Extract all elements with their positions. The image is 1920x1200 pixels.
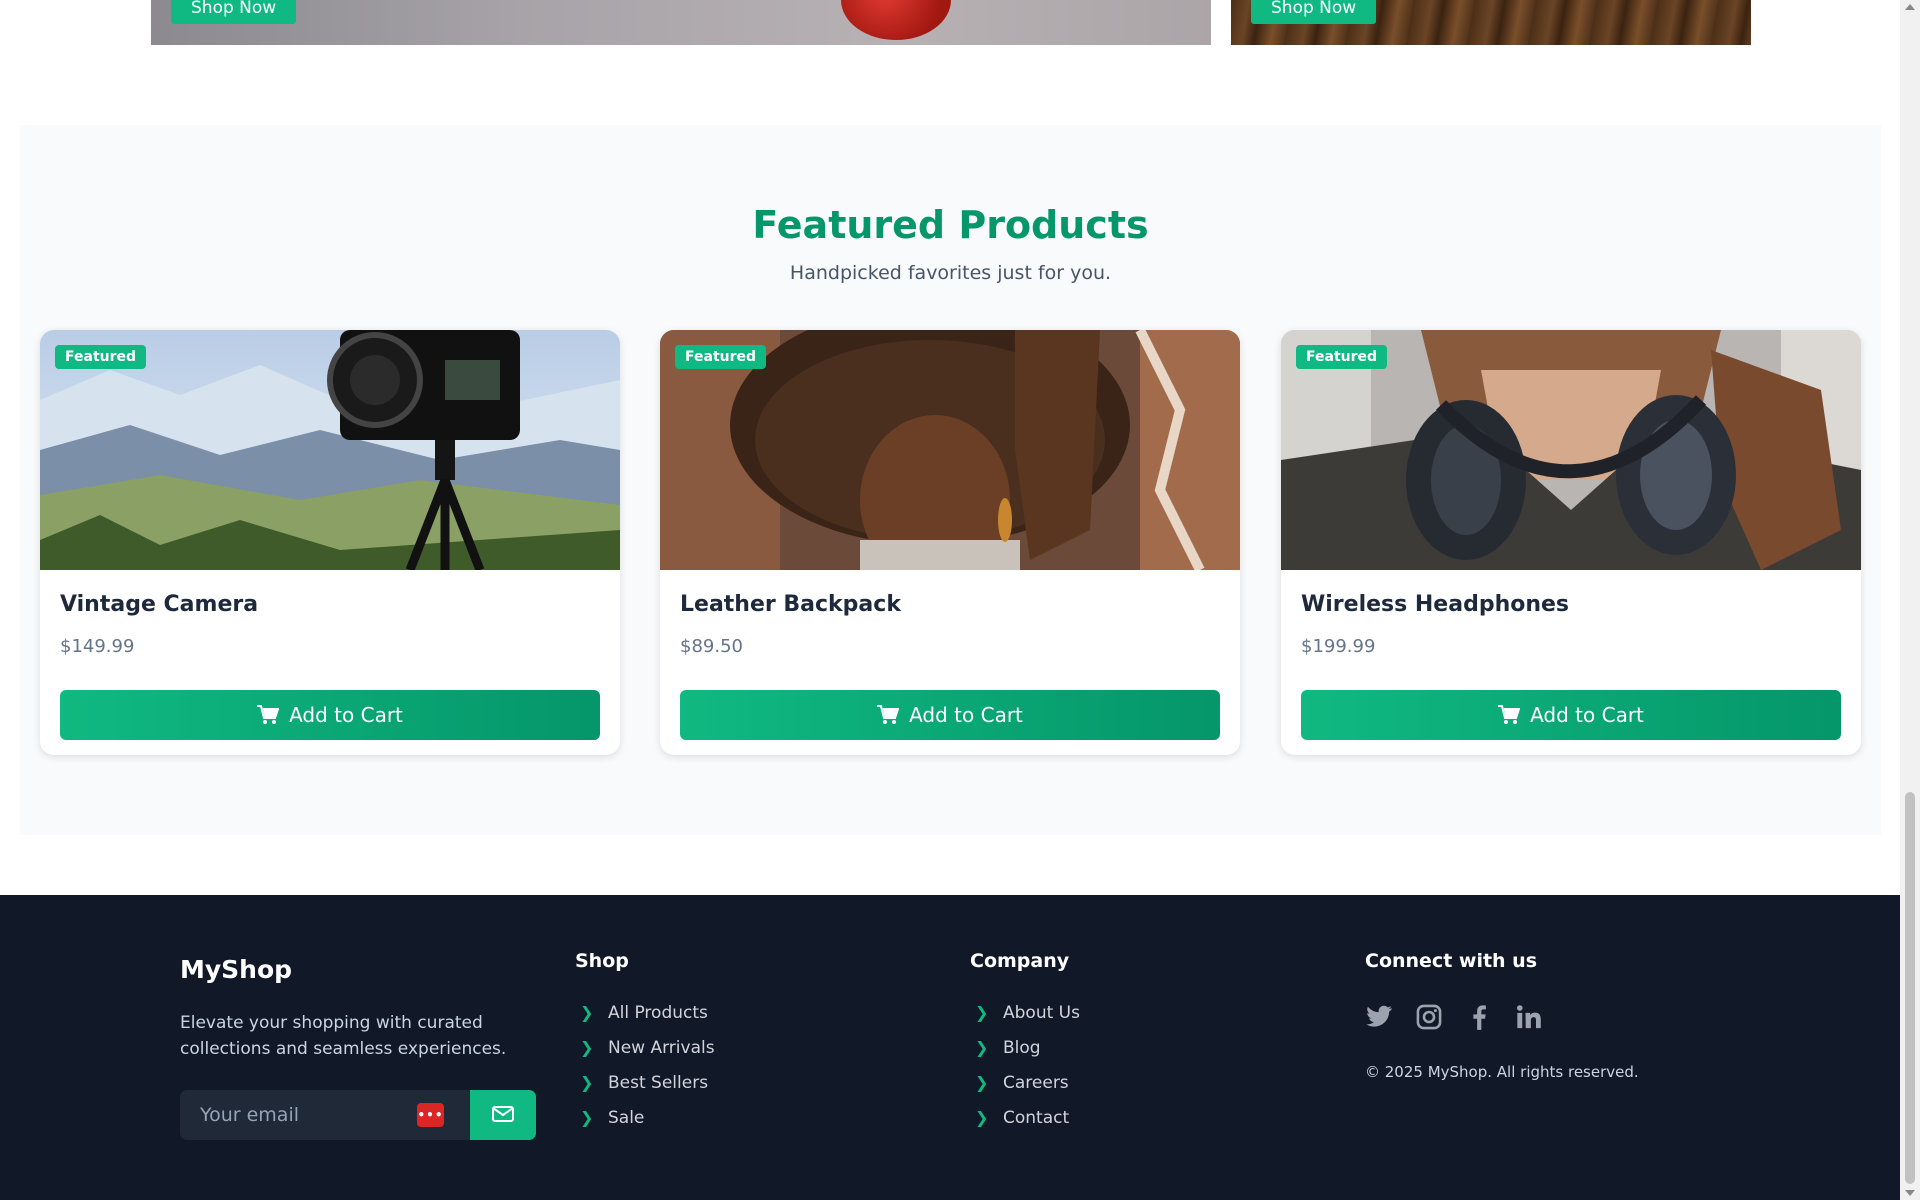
product-name[interactable]: Vintage Camera [60,592,258,617]
add-to-cart-label: Add to Cart [1530,703,1644,727]
newsletter-form: ••• [180,1090,536,1140]
footer-link-sale[interactable]: ❯ Sale [580,1100,715,1135]
subscribe-button[interactable] [470,1090,536,1140]
footer-link-label: All Products [608,1002,708,1023]
footer-link-label: Best Sellers [608,1072,709,1093]
scroll-up-icon[interactable] [1905,4,1915,10]
featured-badge: Featured [55,345,147,369]
product-image[interactable]: Featured [1281,330,1861,570]
product-card: Featured Vintage Camera $149.99 Add to C… [40,330,620,755]
footer-link-label: Sale [608,1107,645,1128]
linkedin-icon[interactable] [1515,1003,1543,1031]
add-to-cart-label: Add to Cart [909,703,1023,727]
add-to-cart-button[interactable]: Add to Cart [60,690,600,740]
footer-connect-title: Connect with us [1365,950,1538,972]
facebook-icon[interactable] [1465,1003,1493,1031]
footer-tagline: Elevate your shopping with curated colle… [180,1013,507,1059]
footer-shop-title: Shop [575,950,629,972]
chevron-right-icon: ❯ [580,1038,594,1057]
product-card: Featured Wireless Headphones $199.99 Add… [1281,330,1861,755]
featured-badge: Featured [675,345,767,369]
featured-badge: Featured [1296,345,1388,369]
product-name[interactable]: Wireless Headphones [1301,592,1569,617]
password-manager-icon[interactable]: ••• [417,1103,444,1127]
copyright-text: © 2025 MyShop. All rights reserved. [1365,1063,1639,1081]
product-price: $149.99 [60,636,135,657]
product-price: $199.99 [1301,636,1376,657]
footer-brand[interactable]: MyShop [180,955,292,984]
envelope-icon [492,1105,514,1125]
hero-banner-left: Shop Now [151,0,1211,45]
shop-now-button-left[interactable]: Shop Now [171,0,297,24]
add-to-cart-label: Add to Cart [289,703,403,727]
footer-link-label: Contact [1003,1107,1070,1128]
chevron-right-icon: ❯ [580,1073,594,1092]
chevron-right-icon: ❯ [580,1003,594,1022]
cart-icon [1498,705,1521,725]
hero-banner-right: Shop Now [1231,0,1751,45]
footer-link-contact[interactable]: ❯ Contact [975,1100,1080,1135]
scroll-down-icon[interactable] [1905,1190,1915,1196]
page-scrollbar[interactable] [1900,0,1920,1200]
footer-link-label: About Us [1003,1002,1080,1023]
featured-products-section: Featured Products Handpicked favorites j… [20,125,1881,835]
cart-icon [877,705,900,725]
shop-now-button-right[interactable]: Shop Now [1251,0,1377,24]
twitter-icon[interactable] [1365,1003,1393,1031]
chevron-right-icon: ❯ [975,1003,989,1022]
footer-link-about-us[interactable]: ❯ About Us [975,995,1080,1030]
product-image[interactable]: Featured [660,330,1240,570]
chevron-right-icon: ❯ [975,1038,989,1057]
social-links [1365,1003,1543,1031]
footer-link-careers[interactable]: ❯ Careers [975,1065,1080,1100]
footer-link-label: Blog [1003,1037,1041,1058]
site-footer: MyShop Elevate your shopping with curate… [0,895,1900,1200]
product-card: Featured Leather Backpack $89.50 Add to … [660,330,1240,755]
footer-link-label: Careers [1003,1072,1069,1093]
section-title: Featured Products [752,203,1149,247]
footer-link-label: New Arrivals [608,1037,715,1058]
add-to-cart-button[interactable]: Add to Cart [680,690,1220,740]
hero-product-image [841,0,951,40]
product-image[interactable]: Featured [40,330,620,570]
instagram-icon[interactable] [1415,1003,1443,1031]
cart-icon [257,705,280,725]
scrollbar-thumb[interactable] [1905,792,1915,1184]
footer-shop-links: ❯ All Products ❯ New Arrivals ❯ Best Seller… [580,995,715,1135]
footer-link-all-products[interactable]: ❯ All Products [580,995,715,1030]
chevron-right-icon: ❯ [975,1073,989,1092]
product-name[interactable]: Leather Backpack [680,592,901,617]
footer-company-links: ❯ About Us ❯ Blog ❯ Careers ❯ Contact [975,995,1080,1135]
footer-link-blog[interactable]: ❯ Blog [975,1030,1080,1065]
chevron-right-icon: ❯ [975,1108,989,1127]
footer-link-best-sellers[interactable]: ❯ Best Sellers [580,1065,715,1100]
chevron-right-icon: ❯ [580,1108,594,1127]
footer-company-title: Company [970,950,1070,972]
section-subtitle: Handpicked favorites just for you. [789,262,1112,284]
add-to-cart-button[interactable]: Add to Cart [1301,690,1841,740]
product-price: $89.50 [680,636,743,657]
footer-link-new-arrivals[interactable]: ❯ New Arrivals [580,1030,715,1065]
